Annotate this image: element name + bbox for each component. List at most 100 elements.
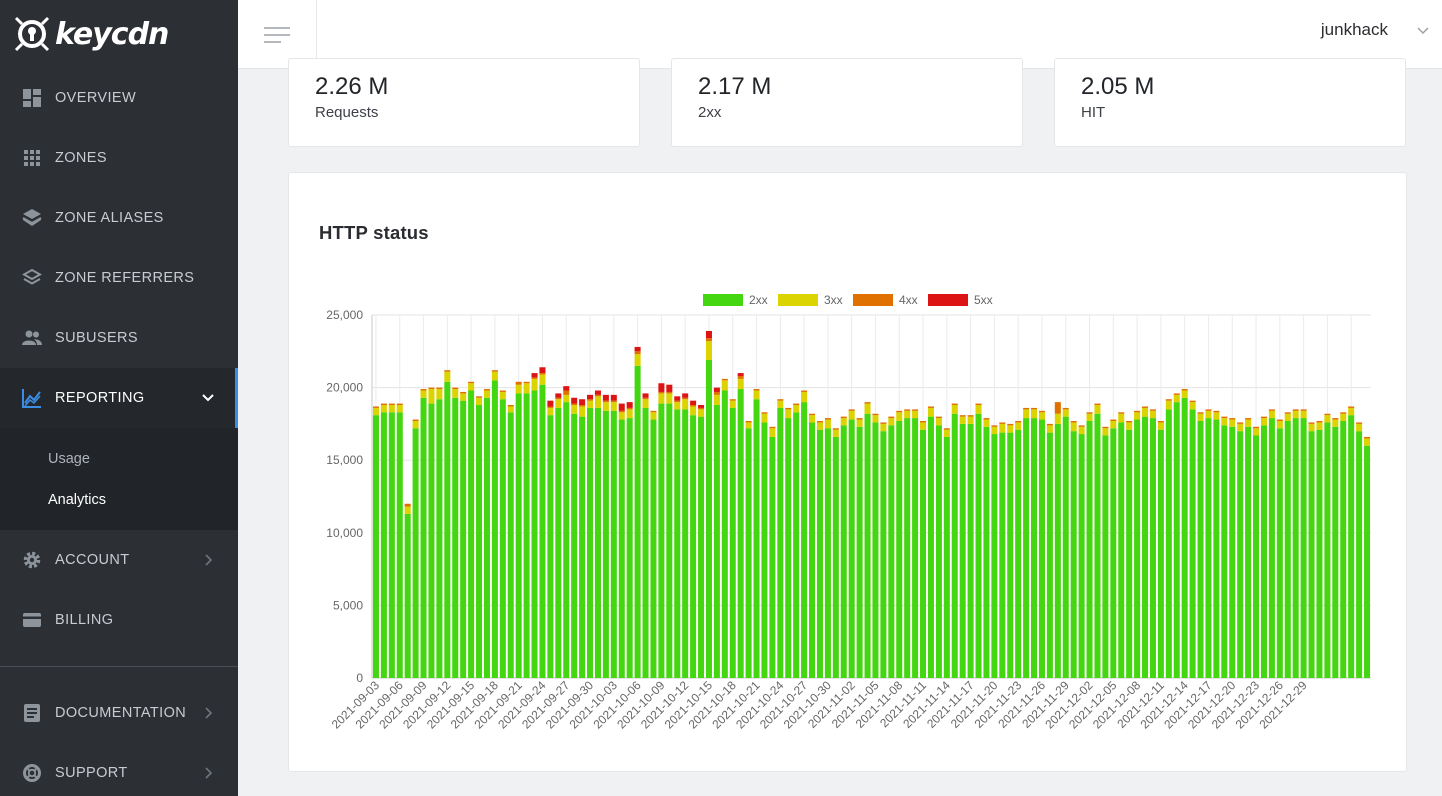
sidebar-item-documentation[interactable]: DOCUMENTATION bbox=[0, 683, 238, 743]
bar-4xx bbox=[1213, 410, 1220, 413]
bar-2xx bbox=[396, 412, 403, 678]
sidebar-item-zones[interactable]: ZONES bbox=[0, 128, 238, 188]
bar-4xx bbox=[1038, 410, 1045, 413]
bar-3xx bbox=[896, 412, 903, 421]
bar-5xx bbox=[610, 394, 617, 401]
sidebar-item-support[interactable]: SUPPORT bbox=[0, 743, 238, 796]
bar-3xx bbox=[1078, 426, 1085, 435]
bar-4xx bbox=[1356, 422, 1363, 424]
legend-swatch-2xx bbox=[703, 294, 743, 306]
bar-4xx bbox=[999, 422, 1006, 424]
legend-label-2xx: 2xx bbox=[749, 293, 768, 307]
bar-4xx bbox=[1126, 420, 1133, 423]
bar-2xx bbox=[1348, 415, 1355, 678]
bar-2xx bbox=[587, 407, 594, 678]
sidebar-item-label: REPORTING bbox=[55, 390, 145, 406]
bar-3xx bbox=[523, 383, 530, 394]
submenu-item-analytics[interactable]: Analytics bbox=[0, 479, 238, 520]
bar-2xx bbox=[1197, 420, 1204, 678]
credit-card-icon bbox=[22, 610, 42, 630]
bar-4xx bbox=[372, 406, 379, 408]
bar-3xx bbox=[380, 405, 387, 413]
bar-3xx bbox=[1348, 407, 1355, 416]
bar-2xx bbox=[864, 413, 871, 678]
http-status-chart: 05,00010,00015,00020,00025,0002021-09-03… bbox=[326, 293, 1371, 732]
brand-name: keycdn bbox=[55, 16, 169, 52]
bar-5xx bbox=[571, 397, 578, 404]
bar-4xx bbox=[579, 405, 586, 407]
y-tick-label: 20,000 bbox=[326, 381, 363, 395]
bar-2xx bbox=[1324, 422, 1331, 678]
bar-4xx bbox=[571, 403, 578, 406]
bar-3xx bbox=[1031, 409, 1038, 419]
bar-2xx bbox=[737, 389, 744, 678]
bar-4xx bbox=[1094, 403, 1101, 406]
legend-swatch-3xx bbox=[778, 294, 818, 306]
bar-4xx bbox=[412, 419, 419, 421]
bar-2xx bbox=[444, 381, 451, 678]
bar-4xx bbox=[587, 399, 594, 401]
bar-4xx bbox=[1300, 409, 1307, 411]
sidebar-item-subusers[interactable]: SUBUSERS bbox=[0, 308, 238, 368]
bar-4xx bbox=[912, 409, 919, 411]
bar-4xx bbox=[1149, 409, 1156, 411]
sidebar-item-billing[interactable]: BILLING bbox=[0, 590, 238, 650]
stat-value: 2.17 M bbox=[698, 73, 772, 100]
bar-3xx bbox=[1165, 400, 1172, 410]
bar-2xx bbox=[1340, 420, 1347, 678]
stat-value: 2.05 M bbox=[1081, 73, 1155, 100]
sidebar-item-reporting[interactable]: REPORTING bbox=[0, 368, 238, 428]
bar-2xx bbox=[476, 405, 483, 678]
stat-value: 2.26 M bbox=[315, 73, 389, 100]
bar-4xx bbox=[809, 413, 816, 416]
bar-3xx bbox=[1364, 438, 1371, 446]
bar-4xx bbox=[1054, 402, 1061, 414]
brand-logo[interactable]: keycdn bbox=[0, 0, 238, 68]
bar-5xx bbox=[674, 396, 681, 401]
bar-4xx bbox=[1284, 412, 1291, 414]
bar-4xx bbox=[404, 503, 411, 507]
bar-2xx bbox=[801, 402, 808, 678]
keycdn-logo-icon bbox=[14, 16, 50, 52]
bar-2xx bbox=[579, 416, 586, 678]
sidebar-item-account[interactable]: ACCOUNT bbox=[0, 530, 238, 590]
bar-2xx bbox=[372, 415, 379, 678]
bar-3xx bbox=[912, 410, 919, 419]
bar-5xx bbox=[587, 394, 594, 400]
sidebar-item-zone-aliases[interactable]: ZONE ALIASES bbox=[0, 188, 238, 248]
bar-2xx bbox=[1038, 419, 1045, 678]
bar-2xx bbox=[412, 428, 419, 678]
bar-2xx bbox=[809, 422, 816, 678]
bar-4xx bbox=[1268, 409, 1275, 411]
bar-3xx bbox=[1070, 422, 1077, 432]
bar-5xx bbox=[666, 384, 673, 392]
bar-4xx bbox=[396, 403, 403, 406]
bar-3xx bbox=[927, 407, 934, 417]
layers-outline-icon bbox=[22, 268, 42, 288]
sidebar-item-zone-referrers[interactable]: ZONE REFERRERS bbox=[0, 248, 238, 308]
bar-3xx bbox=[856, 419, 863, 427]
bar-4xx bbox=[991, 425, 998, 427]
bar-2xx bbox=[951, 413, 958, 678]
bar-2xx bbox=[1015, 429, 1022, 678]
chevron-down-icon[interactable] bbox=[1416, 24, 1430, 38]
user-menu-name[interactable]: junkhack bbox=[1321, 20, 1388, 40]
bar-2xx bbox=[452, 397, 459, 678]
sidebar-item-label: OVERVIEW bbox=[55, 90, 137, 106]
bar-2xx bbox=[380, 412, 387, 678]
bar-3xx bbox=[1316, 422, 1323, 430]
bar-4xx bbox=[1102, 426, 1109, 429]
bar-4xx bbox=[1221, 416, 1228, 419]
bar-3xx bbox=[1205, 410, 1212, 419]
bar-3xx bbox=[1324, 415, 1331, 423]
sidebar-item-overview[interactable]: OVERVIEW bbox=[0, 68, 238, 128]
bar-3xx bbox=[951, 405, 958, 414]
bar-2xx bbox=[943, 436, 950, 678]
bar-3xx bbox=[729, 400, 736, 408]
submenu-item-usage[interactable]: Usage bbox=[0, 438, 238, 479]
bar-4xx bbox=[507, 405, 514, 407]
bar-4xx bbox=[1197, 412, 1204, 414]
bar-2xx bbox=[682, 409, 689, 678]
bar-2xx bbox=[824, 428, 831, 678]
bar-3xx bbox=[1086, 413, 1093, 421]
